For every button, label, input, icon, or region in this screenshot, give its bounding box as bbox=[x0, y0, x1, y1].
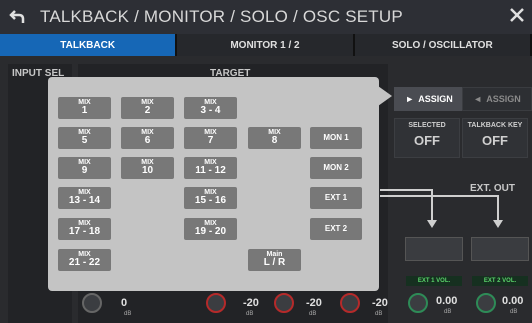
vol-unit: dB bbox=[444, 309, 452, 315]
vol-unit: dB bbox=[246, 311, 254, 317]
ext1-out-select[interactable] bbox=[405, 237, 463, 261]
volume-value: 0 bbox=[121, 297, 128, 309]
mix-number: 21 - 22 bbox=[68, 257, 101, 269]
mix-number: 5 bbox=[81, 135, 88, 147]
selected-value: OFF bbox=[414, 133, 440, 148]
mix-number: 19 - 20 bbox=[194, 226, 227, 238]
selected-label: SELECTED bbox=[408, 122, 446, 129]
mix-10-button[interactable]: MIX 10 bbox=[121, 157, 174, 179]
mix-7-button[interactable]: MIX 7 bbox=[184, 127, 237, 149]
tab-monitor[interactable]: MONITOR 1 / 2 bbox=[177, 34, 355, 56]
ext2-volume-knob[interactable] bbox=[476, 293, 496, 313]
tab-bar: TALKBACK MONITOR 1 / 2 SOLO / OSCILLATOR bbox=[0, 34, 532, 56]
mon-1-button[interactable]: MON 1 bbox=[310, 127, 362, 149]
ext2-vol-label: EXT 2 VOL. bbox=[472, 276, 528, 286]
main-lr-label: L / R bbox=[263, 257, 286, 269]
mix-number: 10 bbox=[141, 165, 154, 177]
tab-solo-oscillator[interactable]: SOLO / OSCILLATOR bbox=[354, 34, 532, 56]
assign-on-button[interactable]: ► ASSIGN bbox=[394, 87, 464, 111]
talkback-key-label: TALKBACK KEY bbox=[467, 122, 523, 129]
mix-number: 13 - 14 bbox=[68, 195, 101, 207]
mix-15-16-button[interactable]: MIX 15 - 16 bbox=[184, 187, 237, 209]
assign-off-label: ASSIGN bbox=[486, 94, 521, 104]
mix-number: 8 bbox=[271, 135, 278, 147]
volume-value: -20 bbox=[243, 297, 259, 309]
back-button[interactable] bbox=[0, 0, 34, 34]
talkback-key-value: OFF bbox=[482, 133, 508, 148]
mix-8-button[interactable]: MIX 8 bbox=[248, 127, 301, 149]
volume-knob[interactable] bbox=[340, 293, 360, 313]
assign-off-button[interactable]: ◄ ASSIGN bbox=[462, 87, 532, 111]
ext1-volume-knob[interactable] bbox=[408, 293, 428, 313]
mix-21-22-button[interactable]: MIX 21 - 22 bbox=[58, 249, 111, 271]
volume-knob[interactable] bbox=[82, 293, 102, 313]
routing-lines bbox=[380, 189, 503, 228]
assign-on-label: ASSIGN bbox=[418, 94, 453, 104]
mix-number: 11 - 12 bbox=[195, 165, 226, 177]
vol-unit: dB bbox=[510, 309, 518, 315]
mix-5-button[interactable]: MIX 5 bbox=[58, 127, 111, 149]
vol-unit: dB bbox=[309, 311, 317, 317]
mix-13-14-button[interactable]: MIX 13 - 14 bbox=[58, 187, 111, 209]
volume-knob[interactable] bbox=[274, 293, 294, 313]
mix-9-button[interactable]: MIX 9 bbox=[58, 157, 111, 179]
ext1-volume-value: 0.00 bbox=[436, 295, 458, 307]
page-title: TALKBACK / MONITOR / SOLO / OSC SETUP bbox=[40, 7, 403, 26]
vol-unit: dB bbox=[124, 311, 132, 317]
popup-pointer bbox=[378, 86, 392, 106]
ext2-out-select[interactable] bbox=[471, 237, 529, 261]
mix-number: 9 bbox=[81, 165, 88, 177]
main-lr-button[interactable]: Main L / R bbox=[248, 249, 301, 271]
back-icon: ◄ bbox=[473, 94, 483, 104]
title-bar: TALKBACK / MONITOR / SOLO / OSC SETUP bbox=[0, 0, 532, 34]
talkback-key-status: TALKBACK KEY OFF bbox=[462, 118, 528, 158]
mix-number: 17 - 18 bbox=[68, 226, 101, 238]
mix-number: 7 bbox=[207, 135, 214, 147]
mix-19-20-button[interactable]: MIX 19 - 20 bbox=[184, 218, 237, 240]
ext1-vol-label: EXT 1 VOL. bbox=[406, 276, 462, 286]
ext-2-button[interactable]: EXT 2 bbox=[310, 218, 362, 240]
mix-2-button[interactable]: MIX 2 bbox=[121, 97, 174, 119]
volume-value: -20 bbox=[306, 297, 322, 309]
mix-6-button[interactable]: MIX 6 bbox=[121, 127, 174, 149]
mix-number: 6 bbox=[144, 135, 151, 147]
play-icon: ► bbox=[405, 94, 415, 104]
mix-11-12-button[interactable]: MIX 11 - 12 bbox=[184, 157, 237, 179]
close-icon[interactable] bbox=[506, 4, 528, 26]
ext2-volume-value: 0.00 bbox=[502, 295, 524, 307]
mix-number: 2 bbox=[144, 105, 151, 117]
volume-value: -20 bbox=[372, 297, 388, 309]
vol-unit: dB bbox=[375, 311, 383, 317]
mon-2-button[interactable]: MON 2 bbox=[310, 157, 362, 179]
back-arrow-icon bbox=[9, 10, 25, 23]
mix-number: 15 - 16 bbox=[194, 195, 227, 207]
mix-17-18-button[interactable]: MIX 17 - 18 bbox=[58, 218, 111, 240]
mix-3-4-button[interactable]: MIX 3 - 4 bbox=[184, 97, 237, 119]
selected-status: SELECTED OFF bbox=[394, 118, 460, 158]
ext-1-button[interactable]: EXT 1 bbox=[310, 187, 362, 209]
mix-number: 1 bbox=[81, 105, 88, 117]
mix-number: 3 - 4 bbox=[200, 105, 221, 117]
volume-knob[interactable] bbox=[206, 293, 226, 313]
tab-talkback[interactable]: TALKBACK bbox=[0, 34, 178, 56]
mix-1-button[interactable]: MIX 1 bbox=[58, 97, 111, 119]
